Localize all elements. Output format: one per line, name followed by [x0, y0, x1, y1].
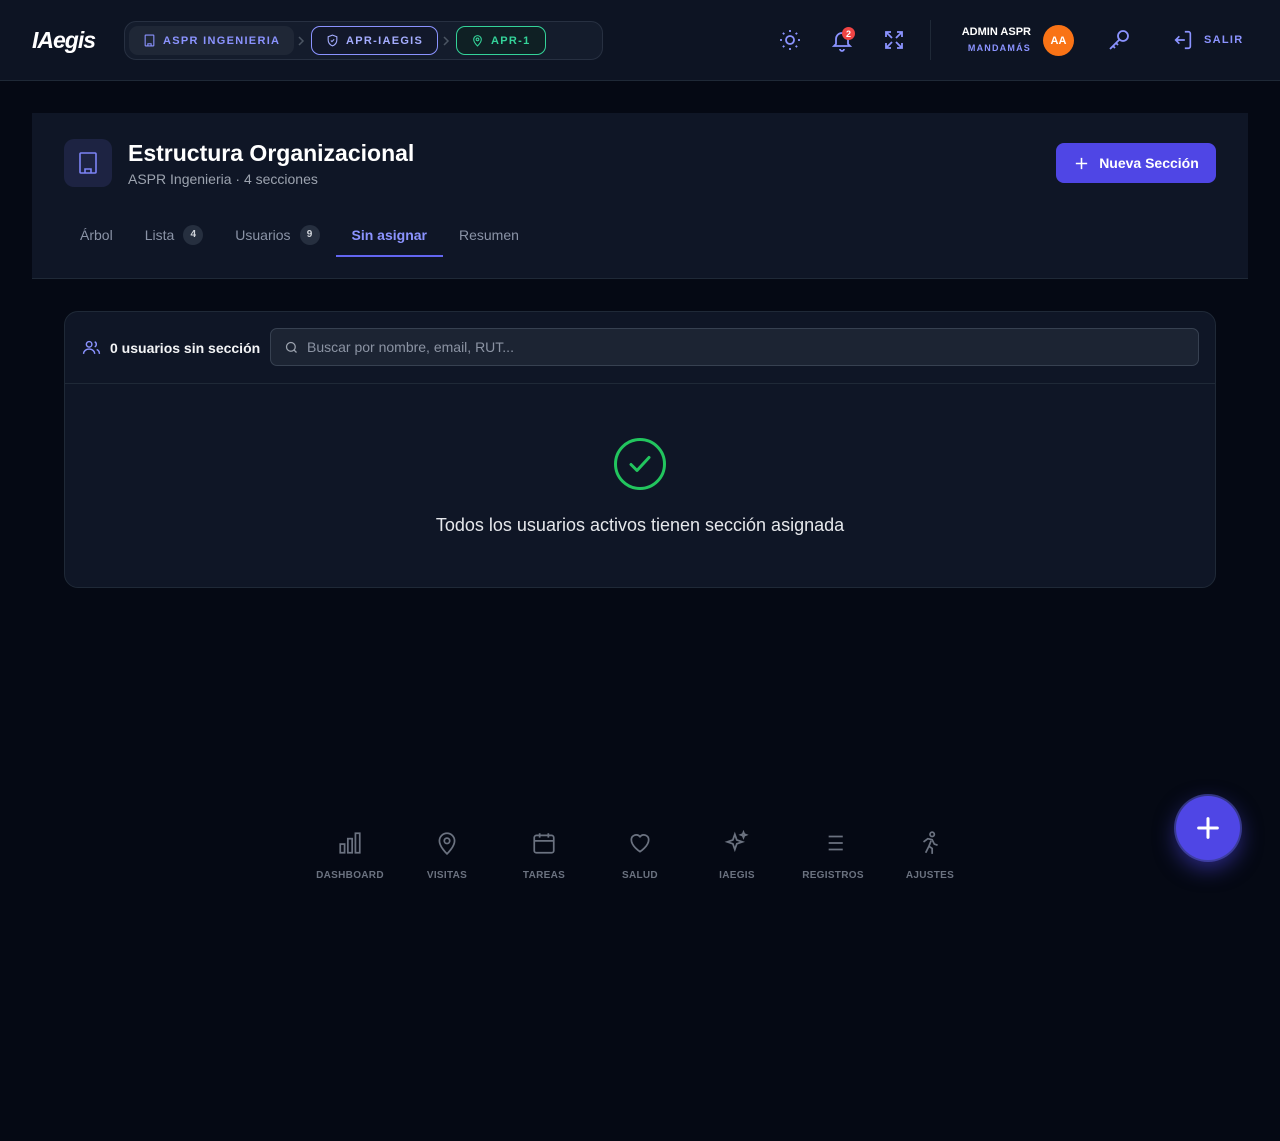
- nav-item-records[interactable]: REGISTROS: [785, 826, 881, 886]
- tab-bar: Árbol Lista 4 Usuarios 9 Sin asignar Res…: [64, 213, 535, 257]
- shield-icon: [327, 34, 338, 47]
- bar-chart-icon: [339, 832, 361, 854]
- unassigned-users-card: 0 usuarios sin sección Todos los usuario…: [64, 311, 1216, 588]
- nav-item-tasks[interactable]: TAREAS: [496, 826, 592, 886]
- search-box: [270, 328, 1199, 366]
- fullscreen-icon[interactable]: [882, 28, 906, 52]
- tab-label: Sin asignar: [351, 226, 427, 243]
- search-input[interactable]: [307, 329, 1187, 365]
- tab-list[interactable]: Lista 4: [129, 213, 220, 256]
- sun-icon[interactable]: [778, 28, 802, 52]
- logout-label: SALIR: [1204, 34, 1244, 46]
- tab-users[interactable]: Usuarios 9: [219, 213, 335, 256]
- search-icon: [285, 341, 297, 353]
- chevron-right-icon: [443, 36, 450, 46]
- nav-item-dashboard[interactable]: DASHBOARD: [302, 826, 398, 886]
- nav-item-iaegis[interactable]: IAEGIS: [689, 826, 785, 886]
- unassigned-count: 0 usuarios sin sección: [110, 340, 261, 356]
- avatar[interactable]: AA: [1043, 25, 1074, 56]
- nav-label: DASHBOARD: [316, 870, 384, 881]
- breadcrumb-site[interactable]: APR-1: [456, 26, 546, 55]
- tab-label: Usuarios: [235, 226, 291, 243]
- sparkles-icon: [724, 830, 749, 853]
- page-title: Estructura Organizacional: [128, 140, 415, 166]
- tab-summary[interactable]: Resumen: [443, 213, 535, 256]
- nav-label: REGISTROS: [802, 870, 864, 881]
- card-header: 0 usuarios sin sección: [65, 312, 1215, 384]
- nav-label: TAREAS: [522, 870, 566, 881]
- building-icon: [64, 139, 112, 187]
- key-icon[interactable]: [1107, 28, 1131, 52]
- empty-state-message: Todos los usuarios activos tienen secció…: [435, 515, 845, 535]
- calendar-icon: [533, 833, 555, 854]
- new-section-label: Nueva Sección: [1099, 155, 1199, 171]
- list-icon: [823, 835, 843, 851]
- nav-label: SALUD: [622, 870, 658, 881]
- add-fab-button[interactable]: [1176, 796, 1240, 860]
- logout-button[interactable]: SALIR: [1172, 28, 1244, 52]
- user-name: ADMIN ASPR: [961, 26, 1031, 38]
- nav-item-health[interactable]: SALUD: [592, 826, 688, 886]
- nav-label: VISITAS: [426, 870, 468, 881]
- breadcrumb: ASPR INGENIERIA APR-IAEGIS APR-1: [124, 21, 603, 60]
- running-person-icon: [922, 831, 938, 854]
- bottom-navigation: DASHBOARD VISITAS TAREAS SALUD IAEGIS RE…: [302, 826, 978, 886]
- tab-unassigned[interactable]: Sin asignar: [335, 213, 444, 257]
- map-pin-icon: [438, 832, 456, 856]
- tab-tree[interactable]: Árbol: [64, 213, 129, 256]
- breadcrumb-org[interactable]: APR-IAEGIS: [311, 26, 439, 55]
- tab-label: Árbol: [80, 226, 113, 243]
- nav-label: IAEGIS: [719, 870, 755, 881]
- plus-icon: [1197, 817, 1219, 839]
- users-icon: [82, 340, 101, 354]
- page-header: Estructura Organizacional ASPR Ingenieri…: [32, 113, 1248, 279]
- breadcrumb-site-label: APR-1: [491, 34, 531, 47]
- building-icon: [144, 34, 155, 47]
- page-subtitle: ASPR Ingenieria · 4 secciones: [128, 171, 318, 187]
- app-logo[interactable]: IAegis: [32, 27, 96, 54]
- plus-icon: [1076, 157, 1088, 169]
- nav-item-visits[interactable]: VISITAS: [399, 826, 495, 886]
- check-circle-icon: [614, 438, 666, 490]
- tab-count-badge: 9: [299, 224, 320, 245]
- user-role: MANDAMÁS: [967, 43, 1031, 53]
- notification-badge: 2: [842, 27, 855, 40]
- tab-label: Resumen: [458, 226, 519, 243]
- tab-count-badge: 4: [183, 224, 204, 245]
- tab-label: Lista: [144, 226, 175, 243]
- divider: [930, 20, 931, 60]
- breadcrumb-company[interactable]: ASPR INGENIERIA: [129, 26, 295, 55]
- breadcrumb-org-label: APR-IAEGIS: [346, 34, 424, 47]
- heart-icon: [630, 834, 650, 853]
- logout-icon: [1174, 30, 1192, 50]
- top-bar: IAegis ASPR INGENIERIA APR-IAEGIS APR-1 …: [0, 0, 1280, 81]
- nav-label: AJUSTES: [905, 870, 955, 881]
- breadcrumb-company-label: ASPR INGENIERIA: [163, 34, 281, 47]
- nav-item-settings[interactable]: AJUSTES: [882, 826, 978, 886]
- new-section-button[interactable]: Nueva Sección: [1056, 143, 1216, 183]
- map-pin-icon: [473, 35, 482, 47]
- chevron-right-icon: [298, 36, 305, 46]
